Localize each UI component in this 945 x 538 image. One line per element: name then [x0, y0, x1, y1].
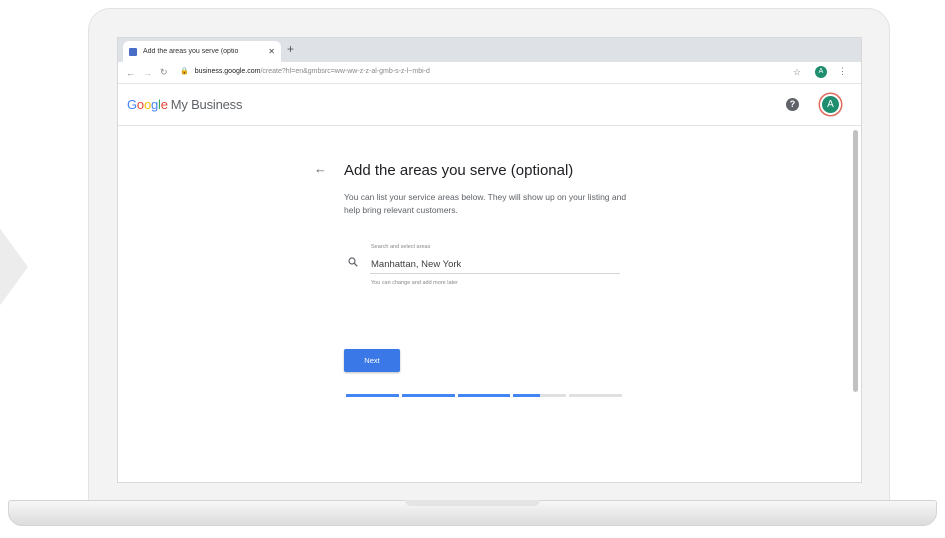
product-name: My Business	[170, 97, 243, 112]
close-icon[interactable]: ✕	[268, 47, 275, 56]
next-button[interactable]: Next	[344, 349, 400, 372]
lock-icon: 🔒	[180, 68, 189, 75]
page-title: Add the areas you serve (optional)	[344, 162, 574, 179]
logo-letter: G	[127, 97, 137, 112]
browser-profile-avatar[interactable]: A	[815, 66, 827, 78]
tab-strip: Add the areas you serve (optio ✕ +	[118, 38, 861, 62]
back-nav-icon[interactable]: ←	[126, 68, 135, 78]
browser-tab[interactable]: Add the areas you serve (optio ✕	[123, 41, 281, 62]
new-tab-icon[interactable]: +	[287, 42, 294, 56]
google-my-business-logo[interactable]: Google My Business	[127, 97, 242, 112]
search-helper-text: You can change and add more later	[371, 280, 458, 286]
app-header: Google My Business ? A	[118, 84, 861, 126]
stage: Add the areas you serve (optio ✕ + ← → ↻…	[0, 0, 945, 538]
tab-title: Add the areas you serve (optio	[143, 48, 239, 55]
help-icon[interactable]: ?	[786, 98, 799, 111]
progress-segment	[346, 394, 399, 397]
laptop-screen: Add the areas you serve (optio ✕ + ← → ↻…	[117, 37, 862, 483]
progress-segment-fill	[346, 394, 399, 397]
avatar[interactable]: A	[820, 94, 841, 115]
progress-segment	[513, 394, 567, 397]
scrollbar[interactable]	[853, 130, 858, 392]
menu-kebab-icon[interactable]: ⋮	[838, 66, 847, 77]
progress-segment-fill	[513, 394, 540, 397]
reload-icon[interactable]: ↻	[160, 67, 168, 78]
search-icon	[348, 257, 358, 267]
search-input[interactable]	[370, 254, 620, 274]
url-path: /create?hl=en&gmbsrc=ww-ww-z-z-al-gmb-s-…	[260, 67, 430, 75]
progress-segment	[401, 394, 455, 397]
decorative-arrow	[0, 215, 28, 319]
favicon-icon	[129, 47, 137, 56]
url-host: business.google.com	[194, 67, 261, 75]
laptop-base-notch	[405, 500, 540, 506]
progress-segment	[457, 394, 511, 397]
logo-letter: g	[150, 97, 159, 112]
progress-segment-fill	[401, 394, 455, 397]
back-arrow-icon[interactable]: ←	[314, 161, 327, 176]
logo-letter: o	[143, 97, 151, 112]
progress-bar	[346, 394, 622, 397]
logo-letter: e	[160, 97, 168, 112]
progress-segment	[569, 394, 622, 397]
browser-toolbar: ← → ↻ 🔒 business.google.com /create?hl=e…	[118, 62, 861, 84]
address-bar[interactable]: 🔒 business.google.com /create?hl=en&gmbs…	[180, 67, 430, 76]
search-label: Search and select areas	[371, 244, 431, 250]
page-description: You can list your service areas below. T…	[344, 192, 627, 215]
progress-segment-fill	[457, 394, 511, 397]
forward-nav-icon[interactable]: →	[143, 68, 152, 78]
logo-letter: o	[136, 97, 144, 112]
bookmark-star-icon[interactable]: ☆	[793, 67, 801, 78]
